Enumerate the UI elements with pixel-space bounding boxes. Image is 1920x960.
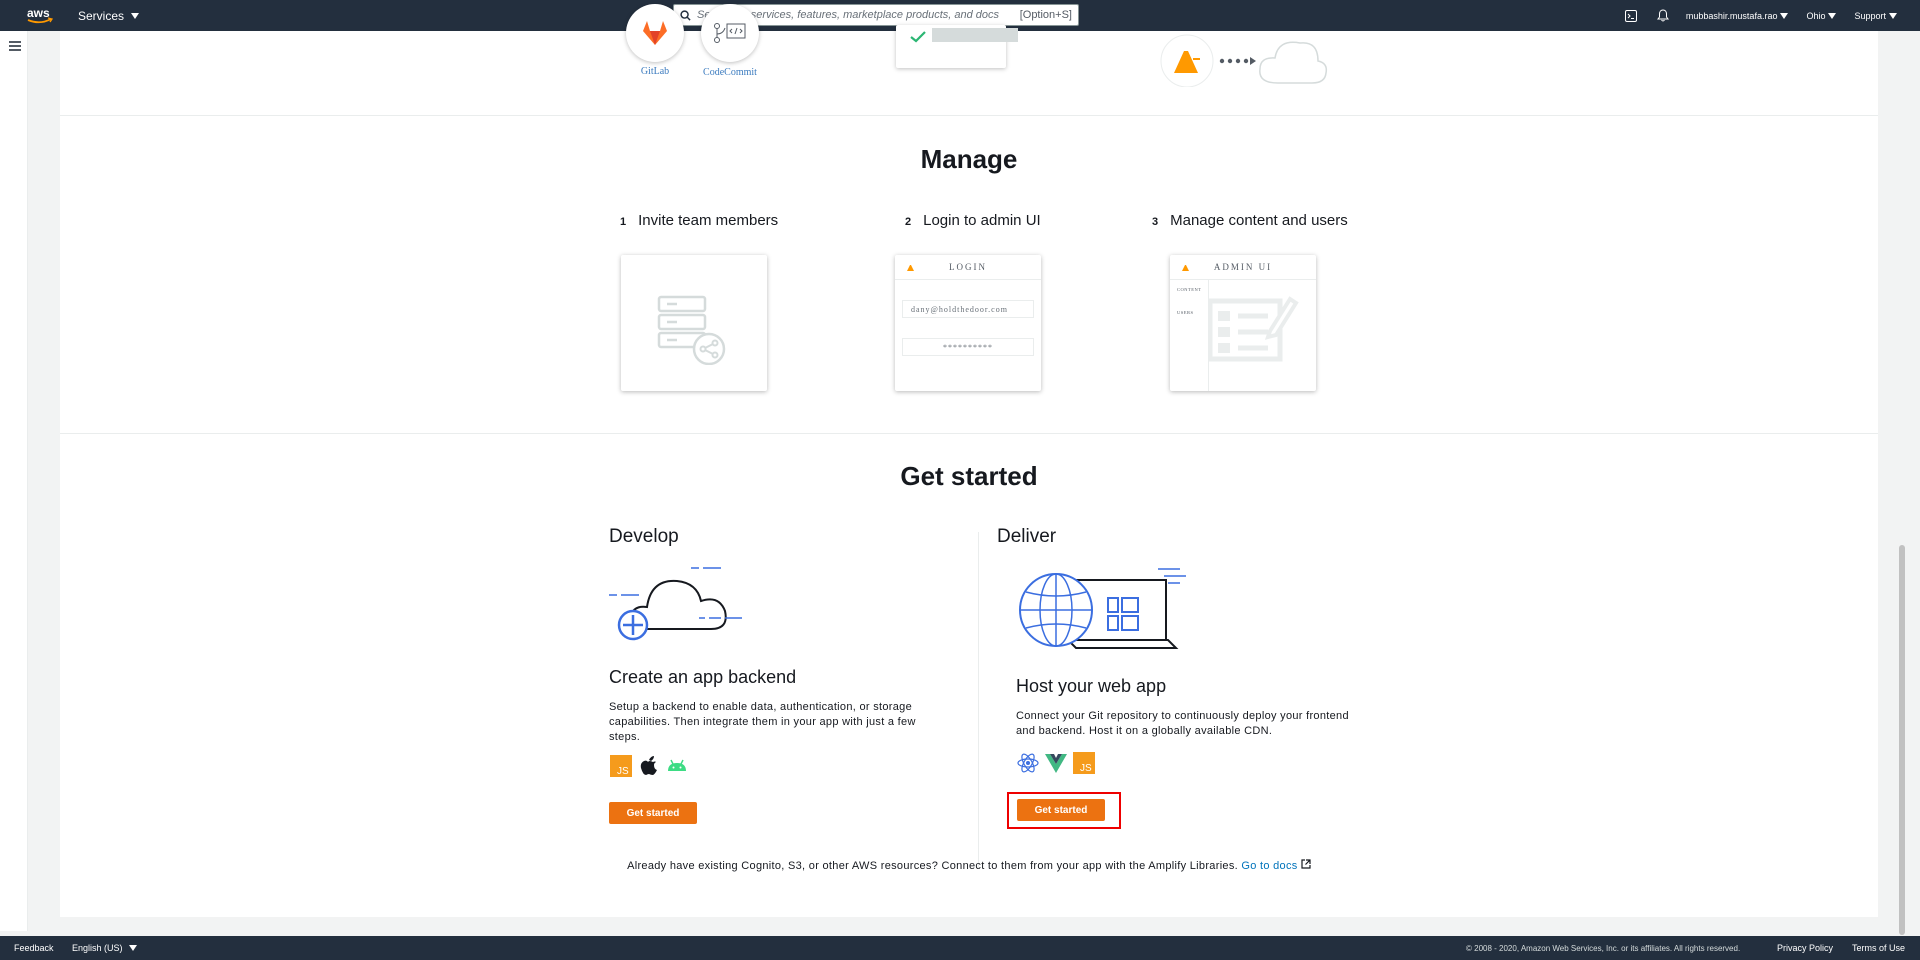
manage-step-3: 3 Manage content and users — [1152, 212, 1348, 229]
step-number: 3 — [1152, 216, 1159, 228]
caret-down-icon — [1828, 12, 1837, 19]
search-icon — [680, 9, 691, 21]
language-label: English (US) — [72, 943, 123, 953]
account-menu[interactable]: mubbashir.mustafa.rao — [1686, 11, 1789, 21]
account-name: mubbashir.mustafa.rao — [1685, 10, 1778, 21]
react-icon — [1017, 753, 1039, 773]
go-to-docs-label: Go to docs — [1241, 860, 1298, 872]
main-content-card: GitLab CodeCommit Manage 1 Invite team m… — [60, 4, 1878, 917]
admin-mock-title: ADMIN UI — [1213, 262, 1273, 272]
services-menu[interactable]: Services — [78, 9, 140, 23]
language-selector[interactable]: English (US) — [72, 943, 137, 953]
codecommit-label: CodeCommit — [703, 67, 757, 78]
privacy-policy-link[interactable]: Privacy Policy — [1777, 943, 1833, 953]
step-label: Invite team members — [638, 212, 779, 229]
side-rail — [0, 31, 28, 931]
support-menu[interactable]: Support — [1854, 11, 1897, 21]
section-divider — [60, 115, 1878, 116]
admin-mock-content-label: CONTENT — [1177, 287, 1202, 292]
develop-subheading: Create an app backend — [609, 667, 797, 687]
step-label: Login to admin UI — [923, 212, 1041, 229]
footer-bar: Feedback English (US) © 2008 - 2020, Ama… — [0, 936, 1920, 960]
login-mock-title: LOGIN — [949, 262, 987, 272]
svg-text:aws: aws — [27, 6, 50, 20]
web-hosting-illustration — [1019, 568, 1186, 649]
support-label: Support — [1854, 10, 1886, 21]
javascript-icon: JS — [1073, 752, 1095, 774]
android-icon — [668, 759, 686, 771]
get-started-section-title: Get started — [900, 461, 1038, 491]
libraries-note: Already have existing Cognito, S3, or ot… — [60, 859, 1878, 872]
section-divider — [60, 433, 1878, 434]
nav-right-group: mubbashir.mustafa.rao Ohio Support — [1622, 0, 1920, 31]
step-label: Manage content and users — [1170, 212, 1348, 229]
deploy-status-illustration — [896, 25, 1018, 68]
copyright-text: © 2008 - 2020, Amazon Web Services, Inc.… — [1466, 944, 1741, 953]
region-name: Ohio — [1806, 10, 1826, 21]
caret-down-icon — [131, 13, 140, 19]
step-number: 1 — [620, 216, 627, 228]
deliver-subheading: Host your web app — [1016, 676, 1167, 696]
aws-logo-icon[interactable]: aws — [26, 5, 54, 25]
manage-step-1: 1 Invite team members — [620, 212, 778, 229]
login-mock-email: dany@holdthedoor.com — [902, 300, 1034, 318]
highlight-box — [1007, 792, 1121, 829]
amplify-to-cloud-illustration — [1160, 34, 1328, 87]
libraries-note-text: Already have existing Cognito, S3, or ot… — [627, 860, 1239, 872]
bell-icon[interactable] — [1654, 7, 1672, 25]
check-icon — [910, 31, 926, 43]
codecommit-icon[interactable] — [701, 4, 759, 62]
external-link-icon — [1301, 859, 1311, 869]
cloud-add-illustration — [609, 567, 742, 641]
document-edit-icon — [1208, 296, 1299, 362]
feedback-link[interactable]: Feedback — [14, 943, 54, 953]
apple-icon — [640, 756, 657, 775]
javascript-icon: JS — [610, 755, 632, 777]
caret-down-icon — [1780, 12, 1789, 19]
cloudshell-icon[interactable] — [1622, 7, 1640, 25]
manage-step-2: 2 Login to admin UI — [905, 212, 1041, 229]
region-menu[interactable]: Ohio — [1806, 10, 1837, 21]
go-to-docs-link[interactable]: Go to docs — [1241, 859, 1311, 872]
terms-of-use-link[interactable]: Terms of Use — [1852, 943, 1905, 953]
svg-text:JS: JS — [1080, 763, 1092, 774]
admin-ui-illustration: ADMIN UI CONTENT USERS — [1170, 255, 1316, 391]
page-scrollbar-thumb[interactable] — [1899, 545, 1905, 935]
hamburger-menu-icon[interactable] — [9, 41, 21, 51]
manage-section-title: Manage — [920, 144, 1018, 174]
deliver-description: Connect your Git repository to continuou… — [1016, 710, 1349, 737]
services-label: Services — [78, 9, 125, 23]
column-separator — [978, 532, 979, 869]
gitlab-label: GitLab — [640, 66, 670, 77]
admin-mock-users-label: USERS — [1177, 310, 1194, 315]
login-mock-password: ********** — [902, 338, 1034, 356]
vue-icon — [1045, 754, 1067, 773]
step-number: 2 — [905, 216, 912, 228]
invite-team-illustration — [621, 255, 767, 391]
server-share-icon — [657, 295, 726, 365]
caret-down-icon — [128, 945, 137, 951]
login-admin-illustration: LOGIN dany@holdthedoor.com ********** — [895, 255, 1041, 391]
develop-get-started-button[interactable]: Get started — [609, 802, 697, 824]
deliver-heading: Deliver — [997, 526, 1057, 547]
svg-text:JS: JS — [617, 766, 629, 777]
develop-description: Setup a backend to enable data, authenti… — [609, 701, 916, 743]
caret-down-icon — [1889, 12, 1897, 19]
gitlab-icon[interactable] — [626, 4, 684, 62]
search-shortcut: [Option+S] — [1019, 9, 1072, 21]
develop-heading: Develop — [609, 526, 679, 547]
